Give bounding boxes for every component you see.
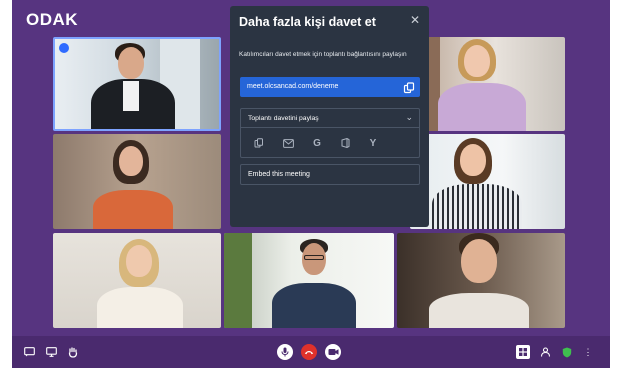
dialog-title: Daha fazla kişi davet et xyxy=(239,15,376,29)
raise-hand-icon[interactable] xyxy=(66,345,80,359)
screen-share-icon[interactable] xyxy=(44,345,58,359)
share-invite-toggle[interactable]: Toplantı davetini paylaş ⌄ xyxy=(241,109,419,128)
invite-dialog: Daha fazla kişi davet et ✕ Katılımcıları… xyxy=(230,6,429,227)
participant-tile-1[interactable] xyxy=(53,37,221,131)
participant-tile-5[interactable] xyxy=(53,233,221,328)
meeting-link-text: meet.olcsancad.com/deneme xyxy=(247,83,339,90)
app-logo: ODAK xyxy=(26,10,79,29)
camera-icon[interactable] xyxy=(325,344,341,360)
video-stage: ODAK Daha fazla kişi davet et ✕ Katılımc… xyxy=(12,0,610,336)
google-icon[interactable]: G xyxy=(310,136,324,150)
copy-icon[interactable] xyxy=(252,136,266,150)
chevron-down-icon[interactable]: ⌄ xyxy=(405,112,413,123)
more-icon[interactable]: ⋮ xyxy=(581,345,595,359)
participants-icon[interactable] xyxy=(538,345,552,359)
yahoo-icon[interactable]: Y xyxy=(366,136,380,150)
participant-tile-2[interactable] xyxy=(410,37,565,131)
participant-tile-7[interactable] xyxy=(397,233,565,328)
hangup-icon[interactable] xyxy=(301,344,317,360)
meeting-link-field[interactable]: meet.olcsancad.com/deneme xyxy=(240,77,420,97)
security-icon[interactable] xyxy=(560,345,574,359)
tile-view-icon[interactable] xyxy=(516,345,530,359)
share-invite-panel: Toplantı davetini paylaş ⌄ G Y xyxy=(240,108,420,158)
active-speaker-badge xyxy=(59,43,69,53)
copy-link-icon[interactable] xyxy=(403,81,415,94)
office-icon[interactable] xyxy=(338,136,352,150)
embed-meeting-label: Embed this meeting xyxy=(248,171,310,178)
meeting-toolbar: ⋮ xyxy=(12,336,610,368)
chat-icon[interactable] xyxy=(22,345,36,359)
dialog-description: Katılımcıları davet etmek için toplantı … xyxy=(239,51,407,58)
embed-meeting-button[interactable]: Embed this meeting xyxy=(240,164,420,185)
share-invite-label: Toplantı davetini paylaş xyxy=(248,115,319,122)
close-icon[interactable]: ✕ xyxy=(410,13,420,27)
participant-tile-4[interactable] xyxy=(410,134,565,229)
participant-tile-3[interactable] xyxy=(53,134,221,229)
email-icon[interactable] xyxy=(281,136,295,150)
share-options: G Y xyxy=(241,131,419,157)
meeting-app: ODAK Daha fazla kişi davet et ✕ Katılımc… xyxy=(12,0,610,368)
participant-tile-6[interactable] xyxy=(224,233,394,328)
microphone-icon[interactable] xyxy=(277,344,293,360)
